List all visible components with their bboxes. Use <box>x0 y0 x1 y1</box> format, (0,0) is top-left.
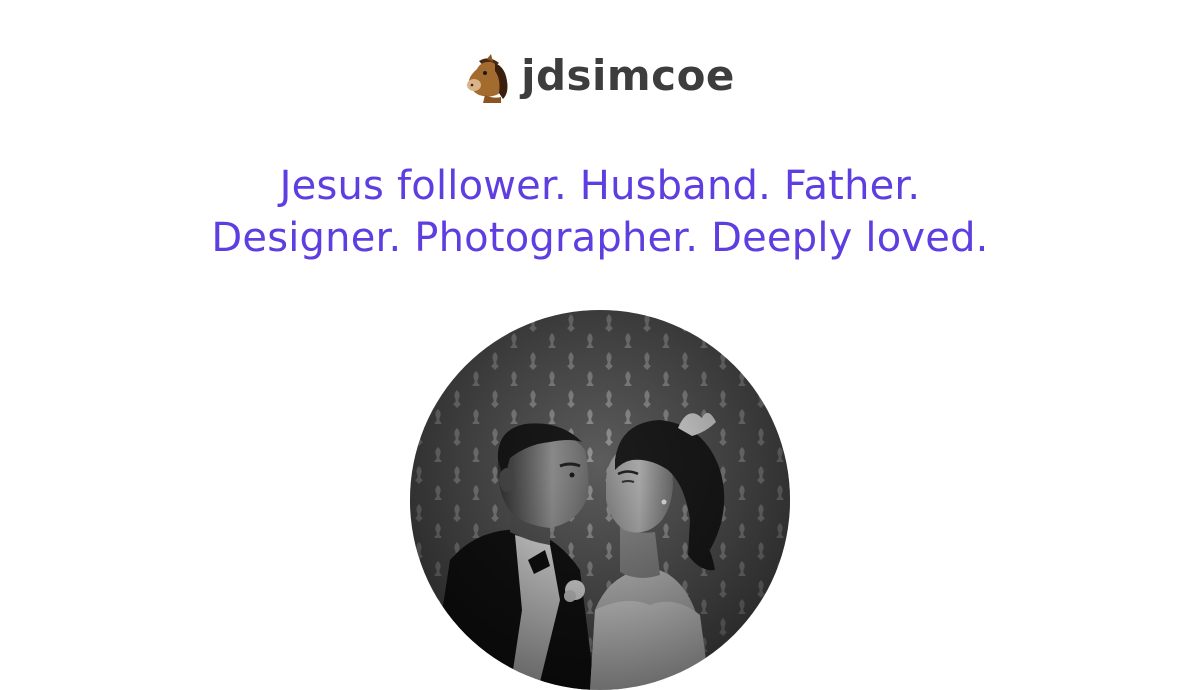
bio-line-2: Designer. Photographer. Deeply loved. <box>211 215 989 261</box>
brand-name[interactable]: jdsimcoe <box>521 55 735 97</box>
bio-tagline: Jesus follower. Husband. Father. Designe… <box>0 160 1200 264</box>
bio-line-1: Jesus follower. Husband. Father. <box>279 163 921 209</box>
site-header: jdsimcoe <box>0 48 1200 108</box>
horse-face-icon <box>465 53 515 103</box>
profile-photo <box>410 310 790 690</box>
